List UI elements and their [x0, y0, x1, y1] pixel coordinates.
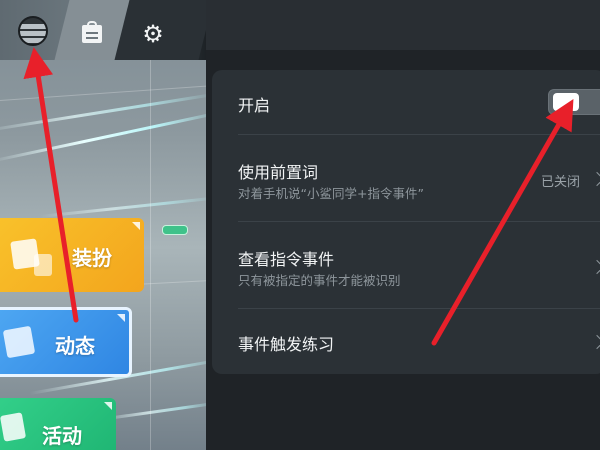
wake-word-status: 已关闭 [540, 175, 580, 190]
command-events-subtitle: 只有被指定的事件才能被识别 [238, 273, 401, 288]
event-practice-title: 事件触发练习 [238, 335, 335, 354]
light-beam [0, 110, 206, 163]
star-card-icon [2, 325, 36, 359]
activity-label: 活动 [42, 424, 82, 448]
toggle-knob [553, 93, 579, 111]
chevron-right-icon [589, 259, 600, 275]
command-events-title: 查看指令事件 [238, 250, 335, 269]
globe-icon[interactable] [18, 16, 48, 46]
gear-icon[interactable]: ⚙ [140, 21, 166, 47]
dress-up-label: 装扮 [72, 246, 112, 270]
screenshot-stage: ⚙ 装扮 动态 活动 开启 使用前置词 对着手机说“小鲨同学+指令事件” 已关闭… [0, 0, 600, 450]
shirt-icon [34, 254, 52, 276]
wake-word-title: 使用前置词 [238, 163, 319, 182]
enable-row: 开启 [238, 70, 600, 134]
light-beam [39, 196, 206, 218]
settings-header [206, 0, 600, 50]
settings-panel: 开启 使用前置词 对着手机说“小鲨同学+指令事件” 已关闭 查看指令事件 只有被… [206, 0, 600, 450]
chevron-right-icon [589, 334, 600, 350]
event-practice-row[interactable]: 事件触发练习 [238, 309, 600, 374]
dress-up-button[interactable]: 装扮 [0, 218, 144, 292]
wake-word-row[interactable]: 使用前置词 对着手机说“小鲨同学+指令事件” 已关闭 [238, 135, 600, 221]
enable-label: 开启 [238, 96, 271, 115]
command-events-row[interactable]: 查看指令事件 只有被指定的事件才能被识别 [238, 222, 600, 308]
green-indicator [162, 225, 188, 235]
dynamic-label: 动态 [55, 334, 95, 358]
clipboard-icon[interactable] [80, 20, 104, 44]
dynamic-button[interactable]: 动态 [0, 307, 132, 377]
wake-word-subtitle: 对着手机说“小鲨同学+指令事件” [238, 186, 424, 201]
chevron-right-icon [589, 171, 600, 187]
settings-card: 开启 使用前置词 对着手机说“小鲨同学+指令事件” 已关闭 查看指令事件 只有被… [212, 70, 600, 374]
enable-toggle[interactable] [548, 89, 600, 115]
activity-icon [0, 412, 27, 442]
game-menu-panel: ⚙ 装扮 动态 活动 [0, 0, 206, 450]
activity-button[interactable]: 活动 [0, 398, 116, 450]
